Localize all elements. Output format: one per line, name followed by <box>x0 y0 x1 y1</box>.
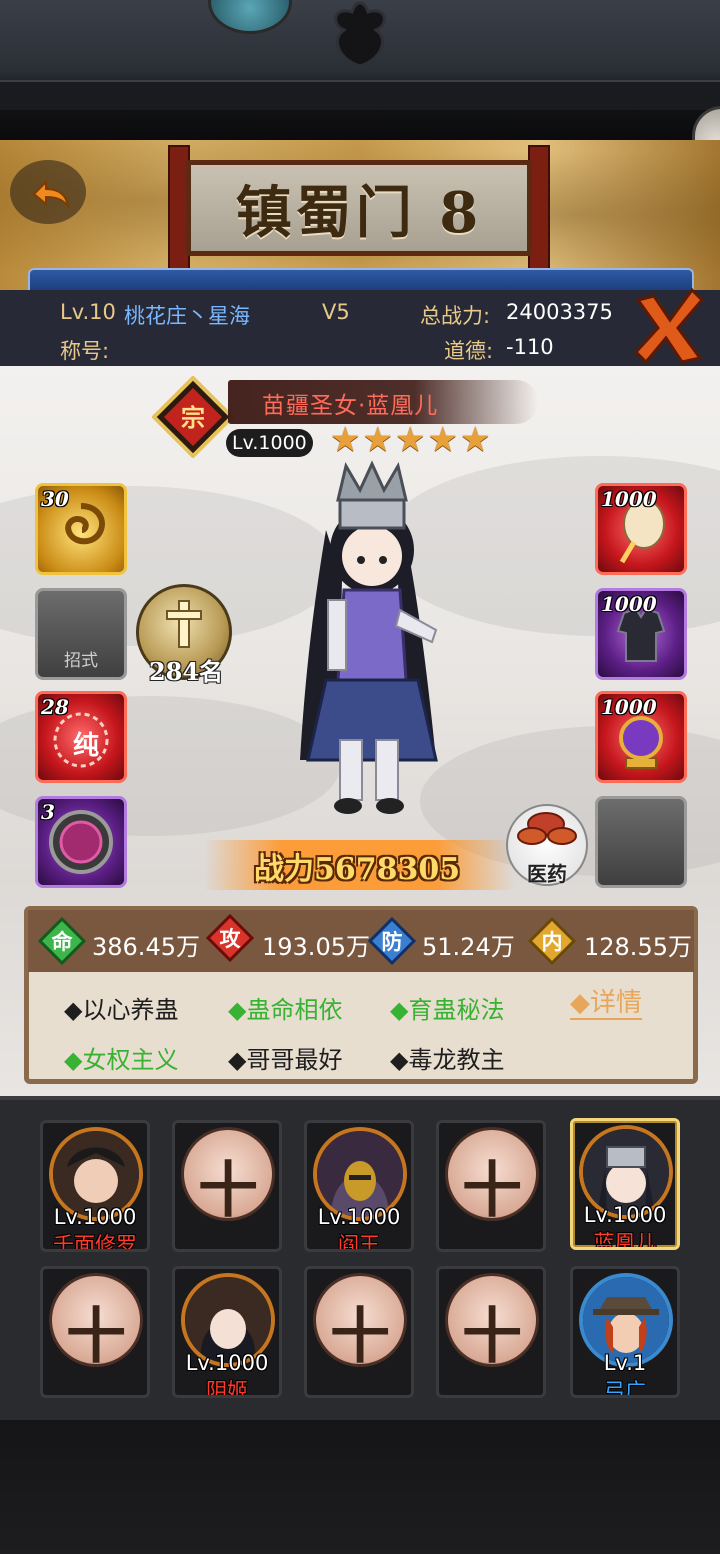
hero-star-rating: ★ ★ ★ ★ ★ <box>330 422 490 458</box>
svg-text:内: 内 <box>542 929 563 954</box>
player-level: Lv.10 <box>60 300 116 324</box>
card-level: Lv.1000 <box>185 1351 269 1375</box>
trait-item[interactable]: ◆以心养蛊 <box>64 990 178 1025</box>
team-card-empty[interactable]: 十 <box>304 1266 414 1398</box>
morality-label: 道德: <box>444 339 494 363</box>
hero-character-portrait <box>300 460 438 814</box>
equip-slot-accessory[interactable]: 1000 <box>595 691 687 783</box>
team-card-empty[interactable]: 十 <box>172 1120 282 1252</box>
trait-item[interactable]: ◆毒龙教主 <box>390 1040 504 1075</box>
hero-power: 战力5678305 <box>254 852 461 887</box>
card-name: 阎王 <box>338 1233 380 1252</box>
cloud-ornament-icon <box>334 1 386 68</box>
star-icon: ★ <box>394 420 426 460</box>
star-icon: ★ <box>427 420 458 460</box>
player-info-bar: Lv.10 桃花庄丶星海 V5 总战力: 24003375 称号: 道德: -1… <box>0 290 720 366</box>
svg-text:防: 防 <box>382 929 403 954</box>
add-hero-icon: 十 <box>445 1127 539 1226</box>
card-level: Lv.1000 <box>317 1205 401 1229</box>
card-name: 弓广 <box>604 1379 646 1398</box>
back-button[interactable] <box>10 160 86 224</box>
slot-count: 30 <box>41 487 69 511</box>
vip-level: V5 <box>322 300 350 324</box>
trait-item[interactable]: ◆育蛊秘法 <box>390 990 504 1025</box>
skill-slot-1[interactable]: 30 <box>35 483 127 575</box>
card-name: 蓝凰儿 <box>593 1231 657 1250</box>
trait-item[interactable]: ◆蛊命相依 <box>228 990 342 1025</box>
card-level: Lv.1000 <box>53 1205 137 1229</box>
equip-slot-empty[interactable] <box>595 796 687 888</box>
skill-slot-2-empty[interactable]: 招式 <box>35 588 127 680</box>
empty-slot-label: 招式 <box>64 651 98 671</box>
roster-footer <box>0 1420 720 1554</box>
morality-value: -110 <box>506 335 554 359</box>
attack-stat-icon: 攻 <box>206 914 254 962</box>
hero-name: 苗疆圣女·蓝凰儿 <box>262 393 439 419</box>
star-icon: ★ <box>459 420 491 460</box>
skill-slot-3[interactable]: 纯 28 <box>35 691 127 783</box>
total-power-label: 总战力: <box>420 304 491 328</box>
team-card-qianmian[interactable]: Lv.1000 千面修罗 <box>40 1120 150 1252</box>
svg-text:命: 命 <box>52 929 74 954</box>
internal-stat-icon: 内 <box>528 917 576 965</box>
team-card-lanhuang-selected[interactable]: Lv.1000 蓝凰儿 <box>570 1118 680 1250</box>
trait-item[interactable]: ◆女权主义 <box>64 1040 178 1075</box>
slot-count: 1000 <box>601 487 657 511</box>
add-hero-icon: 十 <box>49 1273 143 1372</box>
team-card-empty[interactable]: 十 <box>436 1120 546 1252</box>
hero-rank-badge-icon: 宗 <box>152 376 234 458</box>
lingzhi-mushroom-icon <box>517 812 577 845</box>
defense-stat-icon: 防 <box>368 917 416 965</box>
star-icon: ★ <box>362 420 393 460</box>
health-stat-icon: 命 <box>38 917 86 965</box>
equip-slot-armor[interactable]: 1000 <box>595 588 687 680</box>
team-card-yinji[interactable]: Lv.1000 阴姬 <box>172 1266 282 1398</box>
add-hero-icon: 十 <box>181 1127 275 1226</box>
location-sign-text: 镇蜀门 8 <box>235 179 483 246</box>
back-arrow-icon <box>32 179 70 210</box>
team-card-gongguang[interactable]: Lv.1 弓广 <box>570 1266 680 1398</box>
location-sign: 镇蜀门 8 <box>186 160 532 256</box>
team-card-yanwang[interactable]: Lv.1000 阎王 <box>304 1120 414 1252</box>
card-name: 阴姬 <box>206 1379 248 1398</box>
team-card-empty[interactable]: 十 <box>436 1266 546 1398</box>
star-icon: ★ <box>330 420 361 460</box>
add-hero-icon: 十 <box>313 1273 407 1372</box>
slot-count: 3 <box>41 800 55 824</box>
team-card-empty[interactable]: 十 <box>40 1266 150 1398</box>
rank-position: 284名 <box>148 657 224 686</box>
internal-value: 128.55万 <box>584 933 692 961</box>
slot-count: 1000 <box>601 592 657 616</box>
close-x-icon[interactable] <box>630 286 706 366</box>
card-name: 千面修罗 <box>53 1233 137 1252</box>
hero-level: Lv.1000 <box>226 429 313 457</box>
player-server: 桃花庄丶星海 <box>124 304 250 328</box>
equip-slot-weapon[interactable]: 1000 <box>595 483 687 575</box>
total-power-value: 24003375 <box>506 300 613 324</box>
card-level: Lv.1 <box>603 1351 647 1375</box>
roof-beam <box>0 80 720 110</box>
slot-count: 28 <box>41 695 69 719</box>
title-label: 称号: <box>60 339 110 363</box>
skill-slot-4[interactable]: 3 <box>35 796 127 888</box>
svg-text:宗: 宗 <box>181 403 205 432</box>
svg-text:纯: 纯 <box>73 730 99 761</box>
add-hero-icon: 十 <box>445 1273 539 1372</box>
slot-count: 1000 <box>601 695 657 719</box>
attack-value: 193.05万 <box>262 933 370 961</box>
defense-value: 51.24万 <box>422 933 515 961</box>
medicine-label: 医药 <box>527 862 567 886</box>
trait-item[interactable]: ◆哥哥最好 <box>228 1040 342 1075</box>
health-value: 386.45万 <box>92 933 200 961</box>
details-link[interactable]: ◆详情 <box>570 988 642 1020</box>
card-level: Lv.1000 <box>583 1203 667 1227</box>
svg-text:攻: 攻 <box>220 926 242 951</box>
